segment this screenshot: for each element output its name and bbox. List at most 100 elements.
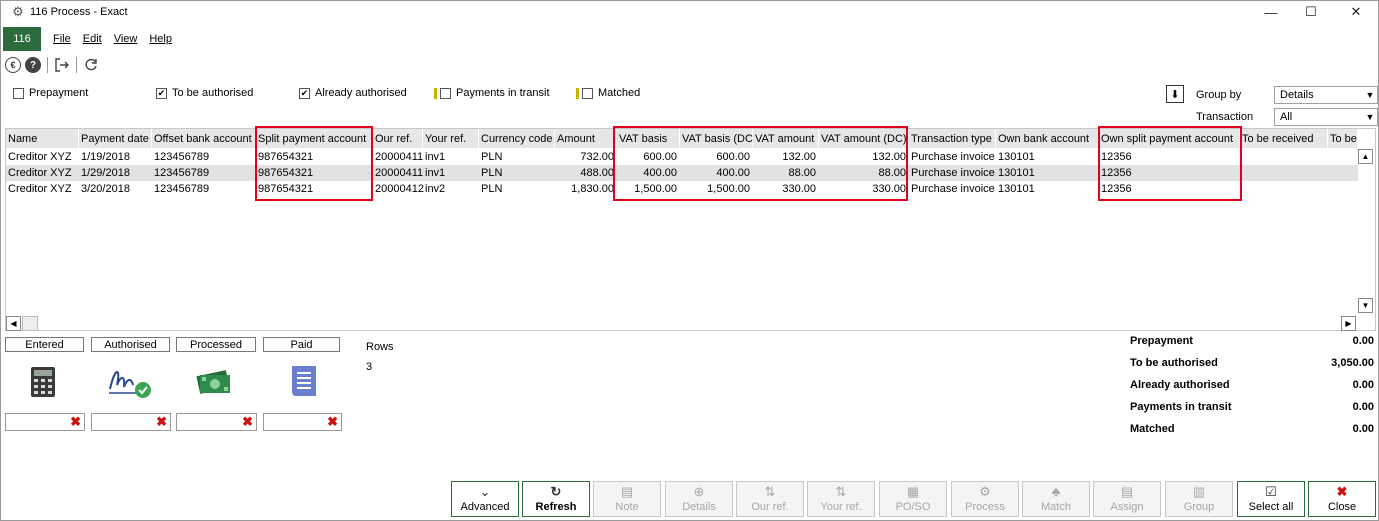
col-header-offset-bank-account[interactable]: Offset bank account	[152, 129, 256, 148]
cell-your-ref: inv1	[425, 167, 446, 179]
filter-to-be-authorised[interactable]: ✔ To be authorised	[156, 87, 253, 99]
col-header-to-be-received[interactable]: To be received	[1240, 129, 1328, 148]
col-header-vat-basis[interactable]: VAT basis	[617, 129, 680, 148]
menu-help[interactable]: Help	[149, 33, 172, 45]
col-header-vat-amount[interactable]: VAT amount	[753, 129, 819, 148]
filter-prepayment[interactable]: Prepayment	[13, 87, 88, 99]
our-ref-button[interactable]: ⇅ Our ref.	[736, 481, 804, 517]
match-button[interactable]: ♣ Match	[1022, 481, 1090, 517]
cell-our-ref: 20000412	[375, 183, 424, 195]
rows-label: Rows	[366, 341, 394, 353]
your-ref-icon: ⇅	[835, 484, 847, 499]
group-by-select[interactable]: Details ▼	[1274, 86, 1378, 104]
details-button[interactable]: ⊕ Details	[665, 481, 733, 517]
processed-filter-input[interactable]: ✖	[176, 413, 257, 431]
col-header-vat-basis-dc[interactable]: VAT basis (DC)	[680, 129, 757, 148]
document-icon: ▦	[906, 484, 920, 499]
process-button[interactable]: ⚙ Process	[951, 481, 1019, 517]
col-header-transaction-type[interactable]: Transaction type	[909, 129, 996, 148]
filter-payments-in-transit[interactable]: Payments in transit	[434, 87, 550, 99]
minimize-button[interactable]: —	[1249, 1, 1293, 23]
invoice-icon	[292, 366, 316, 396]
maximize-button[interactable]: ☐	[1289, 1, 1333, 23]
toolbar-divider	[76, 57, 77, 73]
authorised-filter-input[interactable]: ✖	[91, 413, 171, 431]
cell-your-ref: inv2	[425, 183, 446, 195]
assign-button[interactable]: ▤ Assign	[1093, 481, 1161, 517]
col-header-payment-date[interactable]: Payment date	[79, 129, 152, 148]
assign-icon: ▤	[1120, 484, 1134, 499]
cell-own-split-payment-account: 12356	[1101, 167, 1132, 179]
menu-file[interactable]: File	[53, 33, 71, 45]
advanced-button[interactable]: ⌄ Advanced	[451, 481, 519, 517]
col-header-own-bank-account[interactable]: Own bank account	[996, 129, 1099, 148]
entered-filter-input[interactable]: ✖	[5, 413, 85, 431]
close-label: Close	[1327, 501, 1357, 513]
scroll-right-icon[interactable]: ▶	[1341, 316, 1356, 331]
cell-amount: 732.00	[580, 151, 614, 163]
scroll-down-icon[interactable]: ▼	[1358, 298, 1373, 313]
clear-icon[interactable]: ✖	[327, 414, 338, 430]
group-by-icon[interactable]: ⬇	[1166, 85, 1184, 103]
summary-prepayment-value: 0.00	[1352, 335, 1374, 347]
summary-to-be-authorised-label: To be authorised	[1130, 357, 1218, 369]
vertical-scrollbar[interactable]: ▲ ▼	[1357, 149, 1374, 331]
chevron-down-icon[interactable]: ▼	[1363, 109, 1377, 125]
close-icon: ✖	[1336, 484, 1348, 499]
col-header-to-be-paid[interactable]: To be pai	[1328, 129, 1358, 148]
menu-view[interactable]: View	[114, 33, 138, 45]
chevron-down-icon[interactable]: ▼	[1363, 87, 1377, 103]
filter-already-authorised[interactable]: ✔ Already authorised	[299, 87, 407, 99]
col-header-currency-code[interactable]: Currency code	[479, 129, 555, 148]
clear-icon[interactable]: ✖	[156, 414, 167, 430]
matched-checkbox[interactable]	[582, 87, 593, 99]
refresh-button[interactable]: ↻ Refresh	[522, 481, 590, 517]
group-label: Group	[1183, 501, 1215, 513]
match-icon: ♣	[1051, 484, 1061, 499]
group-button[interactable]: ▥ Group	[1165, 481, 1233, 517]
cell-split-payment-account: 987654321	[258, 167, 314, 179]
col-header-vat-amount-dc[interactable]: VAT amount (DC)	[819, 129, 909, 148]
po-so-button[interactable]: ▦ PO/SO	[879, 481, 947, 517]
cell-offset-bank-account: 123456789	[154, 167, 210, 179]
refresh-label: Refresh	[535, 501, 577, 513]
clear-icon[interactable]: ✖	[242, 414, 253, 430]
scroll-left-icon[interactable]: ◀	[6, 316, 21, 331]
help-icon[interactable]: ?	[25, 57, 41, 73]
clear-icon[interactable]: ✖	[70, 414, 81, 430]
col-header-own-split-payment-account[interactable]: Own split payment account	[1099, 129, 1240, 148]
summary-already-authorised-value: 0.00	[1352, 379, 1374, 391]
scroll-thumb[interactable]	[22, 316, 38, 331]
exit-icon[interactable]	[54, 57, 70, 73]
assign-label: Assign	[1110, 501, 1144, 513]
col-header-amount[interactable]: Amount	[555, 129, 617, 148]
payments-in-transit-label: Payments in transit	[456, 87, 550, 99]
select-all-button[interactable]: ☑ Select all	[1237, 481, 1305, 517]
payments-in-transit-checkbox[interactable]	[440, 87, 451, 99]
filter-matched[interactable]: Matched	[576, 87, 640, 99]
euro-icon[interactable]: €	[5, 57, 21, 73]
to-be-authorised-checkbox[interactable]: ✔	[156, 87, 167, 99]
cell-offset-bank-account: 123456789	[154, 183, 210, 195]
already-authorised-checkbox[interactable]: ✔	[299, 87, 310, 99]
paid-filter-input[interactable]: ✖	[263, 413, 342, 431]
transaction-select[interactable]: All ▼	[1274, 108, 1378, 126]
close-window-button[interactable]: ✕	[1334, 1, 1378, 23]
col-header-name[interactable]: Name	[6, 129, 79, 148]
scroll-up-icon[interactable]: ▲	[1358, 149, 1373, 164]
close-button[interactable]: ✖ Close	[1308, 481, 1376, 517]
toolbar-divider	[47, 57, 48, 73]
main-window: ⚙ 116 Process - Exact — ☐ ✕ 116 File Edi…	[0, 0, 1379, 521]
col-header-split-payment-account[interactable]: Split payment account	[256, 129, 373, 148]
col-header-your-ref[interactable]: Your ref.	[423, 129, 479, 148]
your-ref-button[interactable]: ⇅ Your ref.	[807, 481, 875, 517]
transaction-value: All	[1280, 111, 1293, 123]
col-header-our-ref[interactable]: Our ref.	[373, 129, 423, 148]
prepayment-checkbox[interactable]	[13, 87, 24, 99]
note-button[interactable]: ▤ Note	[593, 481, 661, 517]
horizontal-scrollbar[interactable]: ◀ ▶	[6, 316, 1356, 331]
menu-edit[interactable]: Edit	[83, 33, 102, 45]
cell-payment-date: 3/20/2018	[81, 183, 130, 195]
refresh-icon[interactable]	[83, 57, 99, 73]
our-ref-icon: ⇅	[764, 484, 776, 499]
